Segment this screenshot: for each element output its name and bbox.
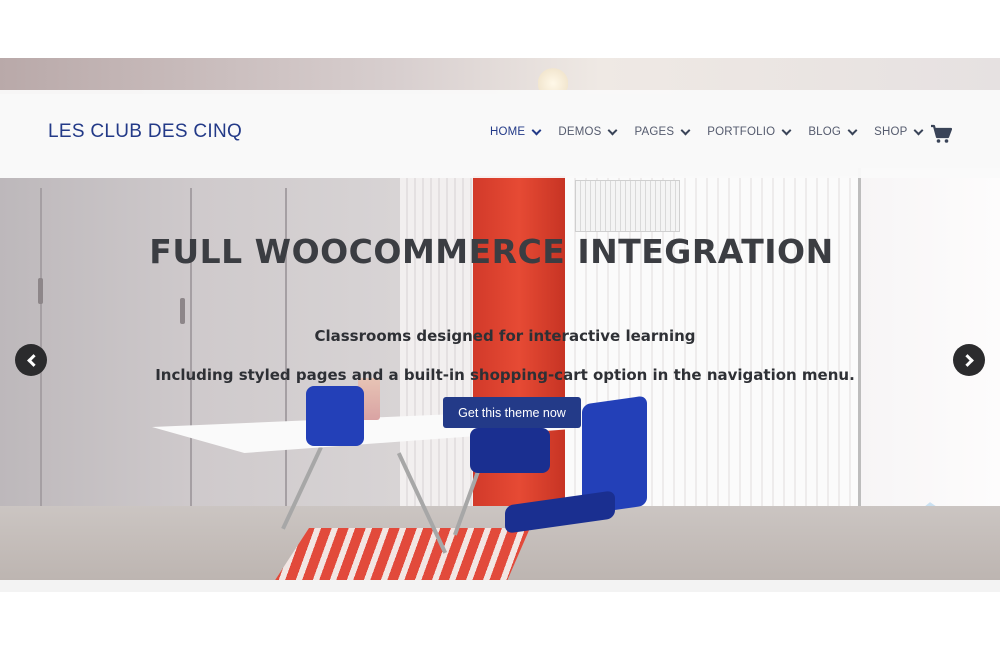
hero-title: FULL WOOCOMMERCE INTEGRATION [149,232,834,271]
lamp-decor [538,68,568,90]
hero-description: Including styled pages and a built-in sh… [155,366,855,384]
section-divider [0,580,1000,592]
nav-item-label: HOME [490,126,526,138]
site-header: LES CLUB DES CINQ HOME DEMOS PAGES PORTF… [0,90,1000,178]
nav-item-label: PAGES [634,126,675,138]
nav-item-pages[interactable]: PAGES [634,125,691,138]
chevron-down-icon [531,125,542,135]
chair-decor [470,428,550,473]
chevron-right-icon [960,353,974,367]
nav-item-label: DEMOS [558,126,602,138]
nav-item-blog[interactable]: BLOG [808,125,858,138]
slider-next-button[interactable] [953,344,985,376]
nav-item-portfolio[interactable]: PORTFOLIO [707,125,792,138]
site-logo[interactable]: LES CLUB DES CINQ [48,121,242,143]
rug-decor [270,528,530,580]
cabinet-handle-decor [180,298,185,324]
nav-item-label: SHOP [874,126,908,138]
chevron-down-icon [847,125,858,135]
chevron-down-icon [914,125,924,135]
chevron-down-icon [781,125,792,135]
shopping-cart-icon[interactable] [930,124,952,144]
ceiling-decor [0,58,1000,94]
chair-decor [306,386,364,446]
chevron-left-icon [26,353,40,367]
get-theme-button[interactable]: Get this theme now [443,397,581,428]
main-nav: HOME DEMOS PAGES PORTFOLIO BLOG SHOP [490,125,940,138]
ac-unit-decor [575,180,680,232]
nav-item-label: BLOG [808,126,842,138]
nav-item-shop[interactable]: SHOP [874,125,924,138]
nav-item-home[interactable]: HOME [490,125,542,138]
nav-item-label: PORTFOLIO [707,126,776,138]
chevron-down-icon [680,125,691,135]
hero-subtitle: Classrooms designed for interactive lear… [314,327,696,345]
slider-prev-button[interactable] [15,344,47,376]
nav-item-demos[interactable]: DEMOS [558,125,618,138]
cabinet-handle-decor [38,278,43,304]
chevron-down-icon [608,125,618,135]
